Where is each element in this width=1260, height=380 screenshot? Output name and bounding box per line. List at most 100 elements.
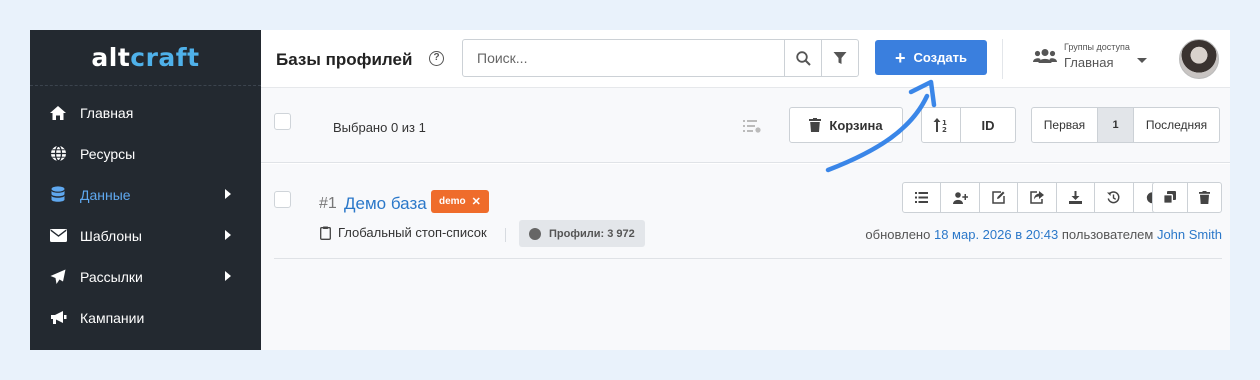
pagination: Первая 1 Последняя [1031, 107, 1220, 143]
sidebar-item-data[interactable]: Данные [30, 174, 261, 215]
list-icon [915, 192, 929, 203]
trash-button[interactable]: Корзина [789, 107, 903, 143]
trash-button-label: Корзина [829, 117, 883, 133]
row-checkbox[interactable] [274, 191, 291, 208]
updated-by-user[interactable]: John Smith [1157, 227, 1222, 242]
row-number: #1 [319, 195, 337, 212]
sidebar-item-label: Рассылки [80, 268, 143, 285]
access-group-caption: Группы доступа [1064, 42, 1130, 52]
trash-icon [809, 118, 822, 132]
megaphone-icon [48, 309, 68, 327]
create-button[interactable]: + Создать [875, 40, 987, 75]
row-actions-secondary [1152, 182, 1222, 213]
help-icon[interactable]: ? [429, 51, 444, 66]
sidebar-item-label: Шаблоны [80, 227, 142, 244]
sidebar: alt craft Главная Ресурсы Данные Шаблоны… [30, 30, 261, 350]
list-item: #1 Демо база demo ✕ Глобальный стоп-спис… [274, 164, 1222, 259]
sidebar-item-templates[interactable]: Шаблоны [30, 215, 261, 256]
chevron-right-icon [225, 230, 231, 240]
sort-group: 12 ID [921, 107, 1016, 143]
add-profile-button[interactable] [941, 183, 980, 212]
tag-badge[interactable]: demo ✕ [431, 190, 489, 213]
stoplist-info: Глобальный стоп-список [320, 225, 487, 240]
download-icon [1068, 191, 1082, 204]
delete-button[interactable] [1188, 183, 1222, 212]
logo-part-1: alt [91, 43, 131, 72]
profiles-count-badge: Профили: 3 972 [519, 220, 645, 247]
user-circle-icon [529, 227, 541, 240]
users-icon [1033, 49, 1057, 63]
share-button[interactable] [1018, 183, 1057, 212]
divider [505, 228, 506, 242]
chevron-right-icon [225, 271, 231, 281]
avatar[interactable] [1179, 39, 1219, 79]
create-button-label: Создать [913, 50, 967, 65]
edit-icon [992, 191, 1005, 204]
sidebar-item-label: Главная [80, 104, 134, 121]
selected-count: Выбрано 0 из 1 [333, 120, 426, 135]
updated-prefix: обновлено [865, 227, 931, 242]
sidebar-item-mailings[interactable]: Рассылки [30, 256, 261, 297]
sort-ascending-icon: 12 [933, 118, 947, 133]
chevron-right-icon [225, 189, 231, 199]
user-plus-icon [952, 191, 968, 204]
search-icon [795, 50, 811, 66]
updated-info: обновлено 18 мар. 2026 в 20:43 пользоват… [865, 227, 1222, 242]
row-actions [902, 182, 1172, 213]
sidebar-nav: Главная Ресурсы Данные Шаблоны Рассылки … [30, 86, 261, 338]
sidebar-item-label: Кампании [80, 309, 145, 326]
access-group-value: Главная [1064, 55, 1114, 70]
chevron-down-icon [1137, 58, 1147, 63]
updated-date: 18 мар. 2026 в 20:43 [933, 227, 1059, 242]
filter-icon [833, 52, 847, 64]
header-divider [1002, 39, 1003, 79]
history-icon [1107, 191, 1120, 204]
close-icon[interactable]: ✕ [472, 195, 481, 208]
logo-part-2: craft [130, 43, 200, 72]
search-input[interactable] [463, 40, 784, 76]
edit-button[interactable] [980, 183, 1019, 212]
sidebar-item-resources[interactable]: Ресурсы [30, 133, 261, 174]
trash-icon [1198, 191, 1210, 204]
page-title: Базы профилей [276, 50, 413, 69]
select-all-checkbox[interactable] [274, 113, 291, 130]
filter-button[interactable] [821, 40, 858, 76]
sort-field-button[interactable]: ID [961, 108, 1015, 142]
sidebar-item-campaigns[interactable]: Кампании [30, 297, 261, 338]
copy-icon [1163, 191, 1177, 204]
logo[interactable]: alt craft [30, 30, 261, 86]
share-icon [1030, 191, 1044, 204]
access-group-selector[interactable]: Группы доступа Главная [1033, 42, 1173, 76]
row-name-link[interactable]: Демо база [344, 194, 427, 214]
sidebar-item-label: Данные [80, 186, 131, 203]
svg-text:2: 2 [942, 126, 947, 133]
database-icon [48, 186, 68, 204]
sidebar-item-home[interactable]: Главная [30, 92, 261, 133]
tag-label: demo [439, 196, 466, 207]
import-button[interactable] [1057, 183, 1096, 212]
clipboard-icon [320, 226, 331, 240]
profiles-count: Профили: 3 972 [549, 227, 635, 240]
app-window: alt craft Главная Ресурсы Данные Шаблоны… [30, 30, 1230, 350]
search-box [462, 39, 859, 77]
pagination-last[interactable]: Последняя [1134, 108, 1219, 142]
stoplist-label: Глобальный стоп-список [338, 225, 487, 240]
copy-button[interactable] [1153, 183, 1188, 212]
pagination-current[interactable]: 1 [1098, 108, 1134, 142]
updated-by-prefix: пользователем [1061, 227, 1154, 242]
pagination-first[interactable]: Первая [1032, 108, 1098, 142]
history-button[interactable] [1095, 183, 1134, 212]
sort-direction-button[interactable]: 12 [922, 108, 961, 142]
list-toolbar: Выбрано 0 из 1 Корзина 12 ID Первая 1 По… [261, 88, 1230, 163]
plus-icon: + [895, 47, 906, 68]
bulk-actions-icon[interactable] [743, 119, 761, 133]
header: Базы профилей ? + Создать Группы доступа… [261, 30, 1230, 88]
search-button[interactable] [784, 40, 821, 76]
envelope-icon [48, 227, 68, 245]
profile-db-list: #1 Демо база demo ✕ Глобальный стоп-спис… [261, 164, 1230, 350]
globe-icon [48, 145, 68, 163]
fields-button[interactable] [903, 183, 942, 212]
sidebar-item-label: Ресурсы [80, 145, 136, 162]
paper-plane-icon [48, 268, 68, 286]
home-icon [48, 104, 68, 122]
